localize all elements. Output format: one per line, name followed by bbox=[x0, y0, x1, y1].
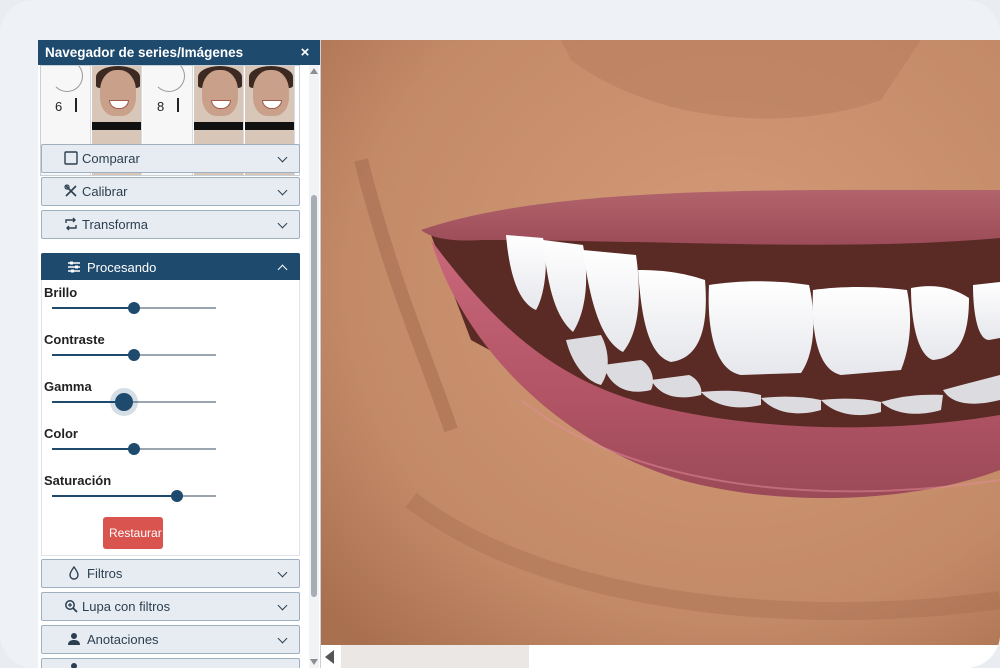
chevron-down-icon bbox=[277, 185, 288, 196]
accordion-filters[interactable]: Filtros bbox=[41, 559, 300, 588]
processing-panel: Brillo Contraste Gamma Color Saturación bbox=[41, 280, 300, 556]
slider-fill bbox=[52, 354, 134, 356]
slider-handle[interactable] bbox=[128, 349, 140, 361]
thumbnail-number: 6 bbox=[55, 99, 63, 114]
user-icon bbox=[71, 663, 77, 668]
portrait-face bbox=[202, 70, 238, 116]
color-slider[interactable] bbox=[52, 443, 216, 455]
saturation-label: Saturación bbox=[44, 473, 112, 488]
thumbnail-base bbox=[194, 122, 243, 130]
app-window: Navegador de series/Imágenes × 6 8 Compa… bbox=[0, 0, 1000, 668]
image-viewer[interactable] bbox=[321, 40, 1000, 645]
restore-button[interactable]: Restaurar bbox=[103, 517, 163, 549]
slider-fill bbox=[52, 448, 134, 450]
user-icon bbox=[68, 633, 80, 645]
viewer-horizontal-scrollbar[interactable] bbox=[321, 645, 1000, 668]
accordion-label: Anotaciones bbox=[87, 632, 159, 647]
close-icon[interactable]: × bbox=[298, 40, 312, 65]
accordion-more[interactable] bbox=[41, 658, 300, 668]
slider-fill bbox=[52, 495, 177, 497]
brightness-label: Brillo bbox=[44, 285, 78, 300]
zoom-icon bbox=[65, 600, 78, 613]
sketch-outline bbox=[51, 66, 83, 92]
portrait-face bbox=[100, 70, 136, 116]
contrast-label: Contraste bbox=[44, 332, 105, 347]
gamma-label: Gamma bbox=[44, 379, 92, 394]
accordion-label: Procesando bbox=[87, 260, 157, 275]
square-icon bbox=[64, 151, 78, 165]
slider-fill bbox=[52, 307, 134, 309]
accordion-transform[interactable]: Transforma bbox=[41, 210, 300, 239]
accordion-label: Filtros bbox=[87, 566, 123, 581]
slider-handle[interactable] bbox=[128, 302, 140, 314]
contrast-slider[interactable] bbox=[52, 349, 216, 361]
ruler-pencil-icon bbox=[64, 184, 77, 197]
scroll-down-arrow-icon[interactable] bbox=[310, 659, 318, 665]
scroll-up-arrow-icon[interactable] bbox=[310, 68, 318, 74]
chevron-down-icon bbox=[277, 218, 288, 229]
accordion-calibrate[interactable]: Calibrar bbox=[41, 177, 300, 206]
accordion-label: Transforma bbox=[82, 217, 148, 232]
thumbnail-marker bbox=[75, 98, 77, 112]
horizontal-scroll-thumb[interactable] bbox=[341, 645, 529, 668]
slider-fill bbox=[52, 401, 125, 403]
chevron-down-icon bbox=[277, 567, 288, 578]
accordion-label: Comparar bbox=[82, 151, 140, 166]
thumbnail-base bbox=[245, 122, 294, 130]
scrollbar-thumb[interactable] bbox=[311, 195, 317, 597]
sidebar-header: Navegador de series/Imágenes × bbox=[38, 40, 320, 65]
gamma-slider[interactable] bbox=[52, 393, 216, 411]
accordion-annotations[interactable]: Anotaciones bbox=[41, 625, 300, 654]
accordion-magnifier[interactable]: Lupa con filtros bbox=[41, 592, 300, 621]
droplet-icon bbox=[69, 566, 79, 580]
thumbnail-base bbox=[92, 122, 141, 130]
chevron-down-icon bbox=[277, 600, 288, 611]
accordion-processing[interactable]: Procesando bbox=[41, 253, 300, 282]
chevron-down-icon bbox=[277, 633, 288, 644]
sliders-icon bbox=[68, 261, 80, 273]
accordion-compare[interactable]: Comparar bbox=[41, 144, 300, 173]
sketch-outline bbox=[153, 66, 185, 92]
smile-photo bbox=[321, 40, 1000, 645]
chevron-down-icon bbox=[277, 152, 288, 163]
color-label: Color bbox=[44, 426, 78, 441]
repeat-icon bbox=[65, 217, 77, 231]
brightness-slider[interactable] bbox=[52, 302, 216, 314]
sidebar-title: Navegador de series/Imágenes bbox=[45, 45, 244, 60]
thumbnail-marker bbox=[177, 98, 179, 112]
portrait-face bbox=[253, 70, 289, 116]
slider-handle[interactable] bbox=[115, 393, 134, 411]
scroll-left-arrow-icon[interactable] bbox=[325, 650, 334, 664]
thumbnail-number: 8 bbox=[157, 99, 165, 114]
accordion-label: Lupa con filtros bbox=[82, 599, 171, 614]
slider-handle[interactable] bbox=[128, 443, 140, 455]
saturation-slider[interactable] bbox=[52, 490, 216, 502]
slider-handle[interactable] bbox=[170, 490, 183, 502]
chevron-up-icon bbox=[277, 264, 288, 275]
series-navigator-sidebar: Navegador de series/Imágenes × 6 8 Compa… bbox=[38, 40, 321, 668]
accordion-label: Calibrar bbox=[82, 184, 128, 199]
